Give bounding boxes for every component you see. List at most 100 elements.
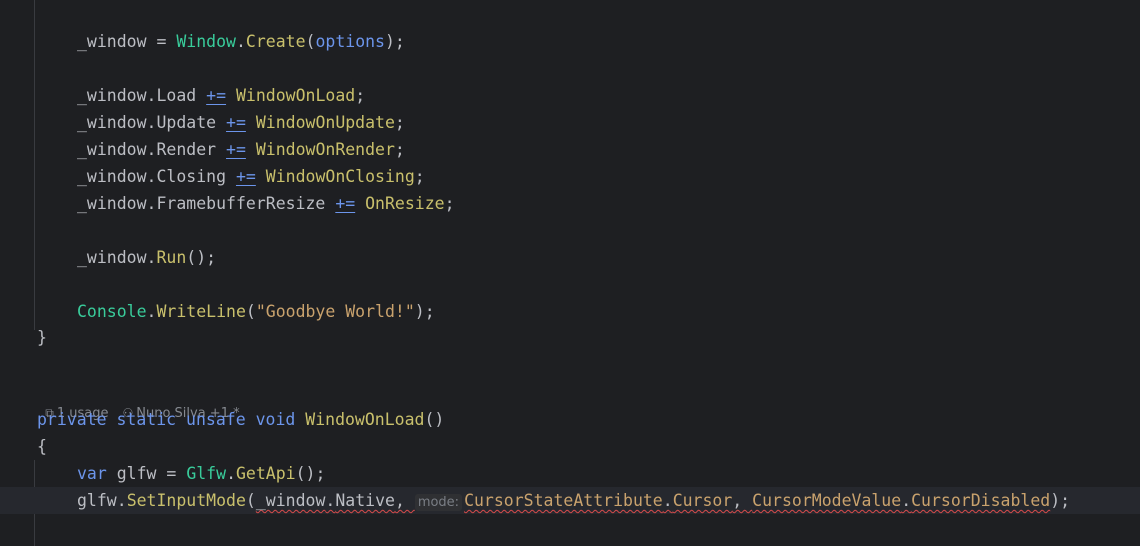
punct: , (732, 491, 753, 510)
code-line[interactable]: var glfw = Glfw.GetApi(); (0, 460, 1140, 487)
method-name[interactable]: WindowOnLoad (305, 410, 424, 429)
keyword: private (37, 410, 107, 429)
event-name[interactable]: FramebufferResize (156, 194, 325, 213)
punct: ); (1050, 491, 1071, 510)
method-name[interactable]: OnResize (365, 194, 444, 213)
code-lens: ⧉ 1 usage ⚇ Nuno Silva +1 * (37, 383, 239, 421)
code-line[interactable]: _window.Run(); (0, 244, 1140, 271)
code-line-current[interactable]: glfw.SetInputMode(_window.Native, mode: C… (0, 487, 1140, 514)
code-line[interactable]: _window.Closing += WindowOnClosing; (0, 163, 1140, 190)
code-line[interactable]: _window = Window.Create(options); (0, 28, 1140, 55)
punct: . (116, 491, 127, 510)
punct: . (146, 167, 157, 186)
string-literal[interactable]: "Goodbye World!" (256, 302, 415, 321)
event-name[interactable]: Closing (156, 167, 226, 186)
punct: (); (186, 248, 217, 267)
identifier[interactable]: _window (77, 194, 147, 213)
class-name[interactable]: Window (176, 32, 236, 51)
closing-brace: } (37, 328, 47, 347)
method-name[interactable]: GetApi (236, 464, 296, 483)
punct: . (226, 464, 236, 483)
punct: . (146, 140, 157, 159)
identifier[interactable]: _window (77, 167, 147, 186)
punct: ); (414, 302, 435, 321)
identifier[interactable]: glfw (117, 464, 157, 483)
property-name[interactable]: Native (335, 491, 395, 510)
method-name[interactable]: SetInputMode (127, 491, 246, 510)
code-line[interactable]: Console.WriteLine("Goodbye World!"); (0, 298, 1140, 325)
code-line[interactable]: { (0, 433, 1140, 460)
punct: (); (295, 464, 326, 483)
operator: = (156, 464, 187, 483)
keyword: void (255, 410, 296, 429)
punct: ( (305, 32, 316, 51)
operator-link[interactable]: += (236, 167, 256, 186)
punct: ; (444, 194, 455, 213)
method-name[interactable]: Run (156, 248, 186, 267)
identifier[interactable]: _window (77, 140, 147, 159)
code-line[interactable]: _window.FramebufferResize += OnResize; (0, 190, 1140, 217)
class-name[interactable]: Console (77, 302, 147, 321)
punct: ; (414, 167, 425, 186)
operator-link[interactable]: += (226, 140, 246, 159)
code-line[interactable]: private static unsafe void WindowOnLoad(… (0, 406, 1140, 433)
punct: . (146, 248, 157, 267)
method-name[interactable]: WindowOnClosing (266, 167, 415, 186)
error-span: _window.Native, (256, 491, 415, 510)
method-name[interactable]: WindowOnRender (256, 140, 395, 159)
enum-member[interactable]: CursorDisabled (911, 491, 1050, 510)
class-name[interactable]: CursorStateAttribute (464, 491, 663, 510)
punct: . (235, 32, 246, 51)
keyword: static (116, 410, 177, 429)
punct: ; (394, 140, 405, 159)
parameter-hint: mode: (414, 494, 463, 511)
event-name[interactable]: Load (156, 86, 196, 105)
identifier[interactable]: glfw (77, 491, 117, 510)
punct: . (146, 113, 157, 132)
punct: ; (394, 113, 405, 132)
punct: ( (245, 491, 256, 510)
punct: ); (385, 32, 405, 51)
operator-link[interactable]: += (206, 86, 226, 105)
code-line[interactable]: _window.Load += WindowOnLoad; (0, 82, 1140, 109)
operator: = (146, 32, 177, 51)
keyword: var (77, 464, 107, 483)
method-name[interactable]: WindowOnLoad (236, 86, 355, 105)
punct: . (146, 194, 157, 213)
identifier[interactable]: _window (77, 248, 147, 267)
identifier[interactable]: _window (77, 86, 147, 105)
enum-member[interactable]: Cursor (673, 491, 733, 510)
operator-link[interactable]: += (335, 194, 355, 213)
operator-link[interactable]: += (226, 113, 246, 132)
punct: ( (245, 302, 256, 321)
parameter[interactable]: options (315, 32, 385, 51)
method-name[interactable]: WriteLine (156, 302, 245, 321)
keyword: unsafe (186, 410, 246, 429)
code-line[interactable]: _window.Update += WindowOnUpdate; (0, 109, 1140, 136)
method-name[interactable]: WindowOnUpdate (256, 113, 395, 132)
identifier[interactable]: _window (77, 32, 147, 51)
punct: , (394, 491, 415, 510)
error-span: CursorStateAttribute.Cursor, CursorModeV… (464, 491, 1050, 510)
punct: . (146, 86, 157, 105)
identifier[interactable]: _window (256, 491, 326, 510)
class-name[interactable]: Glfw (186, 464, 226, 483)
punct: . (662, 491, 673, 510)
event-name[interactable]: Update (156, 113, 216, 132)
punct: . (901, 491, 912, 510)
event-name[interactable]: Render (156, 140, 216, 159)
identifier[interactable]: _window (77, 113, 147, 132)
code-line[interactable]: _window.Render += WindowOnRender; (0, 136, 1140, 163)
code-line[interactable]: } (0, 324, 1140, 351)
method-name[interactable]: Create (246, 32, 306, 51)
punct: ; (355, 86, 366, 105)
class-name[interactable]: CursorModeValue (752, 491, 901, 510)
